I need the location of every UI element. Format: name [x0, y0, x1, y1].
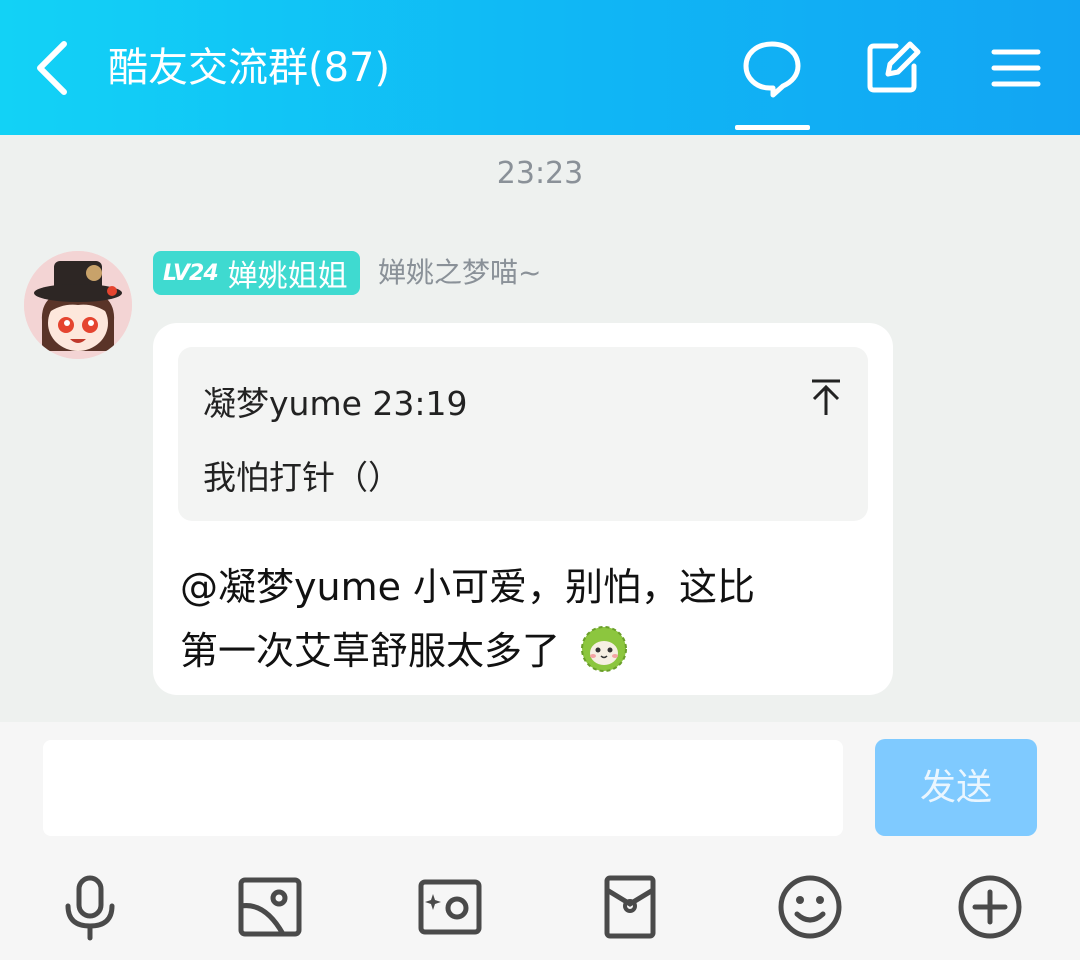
cactus-emoji-icon	[581, 626, 628, 672]
camera-button[interactable]	[415, 872, 485, 942]
message-bubble[interactable]: 凝梦yume 23:19 我怕打针（） @凝梦yume 小可爱，别怕，这比 第一…	[153, 323, 893, 695]
member-title: 婵姚姐姐	[227, 259, 348, 294]
quote-author-time: 凝梦yume 23:19	[203, 384, 468, 423]
plus-icon	[958, 875, 1022, 939]
more-button[interactable]	[955, 872, 1025, 942]
arrow-up-icon	[812, 379, 840, 415]
image-button[interactable]	[235, 872, 305, 942]
image-icon	[238, 877, 302, 937]
jump-to-quote-button[interactable]	[808, 377, 844, 417]
message-text-line-with-sticker: 第一次艾草舒服太多了	[180, 620, 630, 675]
message-text-line: 第一次艾草舒服太多了	[180, 629, 561, 673]
chat-tab-button[interactable]	[740, 38, 804, 98]
level-text: LV24	[163, 260, 219, 286]
message-text-line: @凝梦yume 小可爱，别怕，这比	[180, 565, 756, 609]
microphone-icon	[65, 875, 115, 941]
red-packet-button[interactable]	[595, 872, 665, 942]
quote-text: 我怕打针（）	[203, 458, 401, 497]
emoji-button[interactable]	[775, 872, 845, 942]
back-icon	[37, 41, 67, 95]
menu-button[interactable]	[984, 38, 1048, 98]
menu-icon	[991, 49, 1041, 87]
red-packet-icon	[604, 875, 656, 939]
input-area: 发送	[0, 722, 1080, 960]
camera-icon	[418, 879, 482, 935]
chat-header: 酷友交流群(87)	[0, 0, 1080, 135]
avatar[interactable]	[24, 251, 132, 359]
message-timestamp: 23:23	[496, 156, 584, 191]
level-badge: LV24 婵姚姐姐	[153, 251, 360, 295]
chat-bubble-icon	[743, 41, 801, 98]
avatar-image	[24, 251, 132, 359]
page-title: 酷友交流群(87)	[108, 45, 391, 91]
edit-button[interactable]	[862, 38, 926, 98]
sender-nickname[interactable]: 婵姚之梦喵~	[378, 251, 541, 295]
voice-button[interactable]	[55, 872, 125, 942]
emoji-icon	[778, 875, 842, 939]
active-tab-indicator	[735, 125, 810, 130]
quoted-message[interactable]: 凝梦yume 23:19 我怕打针（）	[178, 347, 868, 521]
send-button[interactable]: 发送	[875, 739, 1037, 836]
edit-icon	[867, 41, 921, 93]
message-input[interactable]	[43, 740, 843, 836]
back-button[interactable]	[30, 38, 78, 98]
